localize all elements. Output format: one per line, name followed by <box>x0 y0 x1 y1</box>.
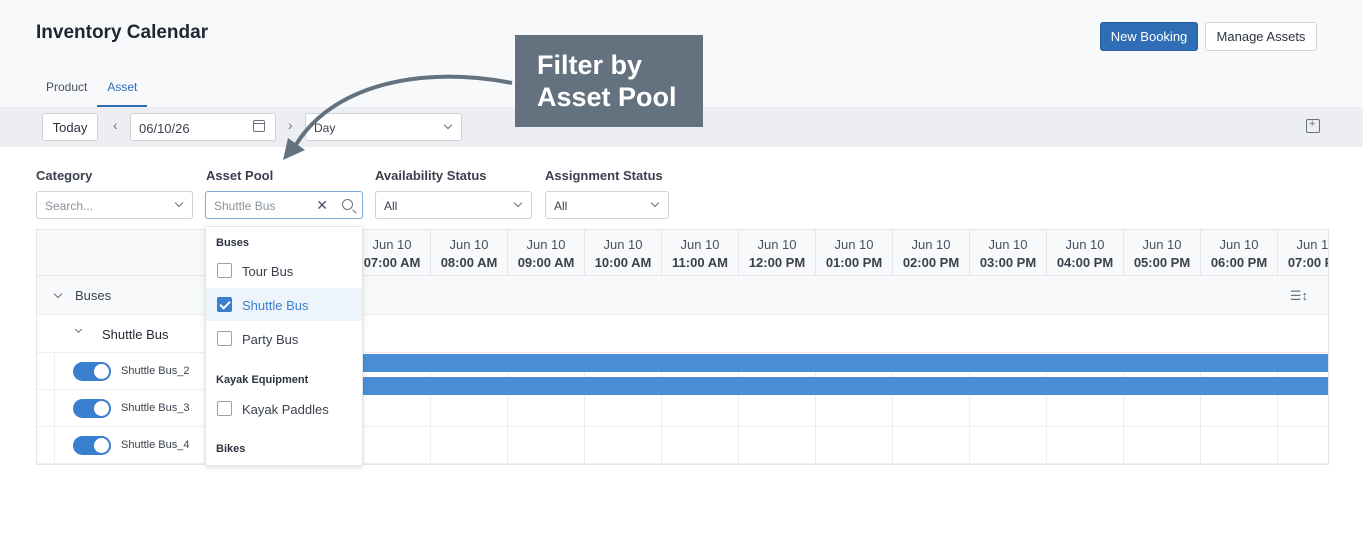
time-column: Jun 10 01:00 PM <box>815 230 892 276</box>
toggle-icon[interactable] <box>73 362 111 381</box>
tab-asset[interactable]: Asset <box>97 74 148 107</box>
chevron-down-icon <box>513 198 523 208</box>
date-input[interactable]: 06/10/26 <box>130 113 276 141</box>
add-calendar-icon[interactable] <box>1306 118 1320 133</box>
callout-line-1: Filter by <box>537 50 643 80</box>
callout-box: Filter by Asset Pool <box>515 35 703 127</box>
availability-value: All <box>384 199 398 213</box>
dropdown-section-heading: Bikes <box>216 443 246 455</box>
sort-icon[interactable]: ☰↕ <box>1290 288 1308 304</box>
tab-product[interactable]: Product <box>36 74 97 107</box>
time-column: Jun 10 12:00 PM <box>738 230 815 276</box>
booking-bar[interactable] <box>353 354 1328 372</box>
checkbox-icon[interactable] <box>217 263 232 278</box>
dropdown-section-heading: Buses <box>216 237 250 249</box>
time-column: Jun 10 02:00 PM <box>892 230 969 276</box>
search-icon <box>342 199 353 210</box>
view-tabs: Product Asset <box>36 74 148 107</box>
new-booking-button[interactable]: New Booking <box>1100 22 1198 51</box>
asset-label: Shuttle Bus_2 <box>121 365 190 377</box>
option-label: Shuttle Bus <box>242 298 309 313</box>
view-select[interactable]: Day <box>305 113 462 141</box>
dropdown-option-kayak-paddles[interactable]: Kayak Paddles <box>206 392 362 425</box>
asset-pool-dropdown: Buses Tour Bus Shuttle Bus Party Bus Kay… <box>205 226 363 466</box>
assignment-value: All <box>554 199 568 213</box>
dropdown-option-tour-bus[interactable]: Tour Bus <box>206 254 362 287</box>
manage-assets-button[interactable]: Manage Assets <box>1205 22 1317 51</box>
asset-pool-input[interactable]: Shuttle Bus ✕ <box>205 191 363 219</box>
callout-line-2: Asset Pool <box>537 82 677 112</box>
category-search-input[interactable]: Search... <box>36 191 193 219</box>
group-label: Buses <box>75 288 112 303</box>
option-label: Party Bus <box>242 332 299 347</box>
assignment-status-label: Assignment Status <box>545 168 663 183</box>
clear-icon[interactable]: ✕ <box>316 197 328 214</box>
time-column: Jun 10 10:00 AM <box>584 230 661 276</box>
chevron-down-icon <box>174 198 184 208</box>
chevron-right-icon[interactable]: › <box>288 117 293 133</box>
time-column: Jun 10 04:00 PM <box>1046 230 1123 276</box>
chevron-down-icon[interactable] <box>74 325 83 334</box>
page-title: Inventory Calendar <box>36 22 209 43</box>
toggle-icon[interactable] <box>73 436 111 455</box>
dropdown-section-heading: Kayak Equipment <box>216 374 309 386</box>
time-column: Jun 10 11:00 AM <box>661 230 738 276</box>
chevron-left-icon[interactable]: ‹ <box>113 117 118 133</box>
availability-status-select[interactable]: All <box>375 191 532 219</box>
category-placeholder: Search... <box>45 199 94 213</box>
time-column: Jun 10 07:00 AM <box>353 230 430 276</box>
asset-pool-value: Shuttle Bus <box>214 199 276 213</box>
view-value: Day <box>314 121 336 135</box>
time-column: Jun 10 08:00 AM <box>430 230 507 276</box>
toggle-icon[interactable] <box>73 399 111 418</box>
checkbox-icon[interactable] <box>217 331 232 346</box>
time-column: Jun 10 06:00 PM <box>1200 230 1277 276</box>
asset-label: Shuttle Bus_4 <box>121 439 190 451</box>
option-label: Tour Bus <box>242 264 294 279</box>
date-value: 06/10/26 <box>139 121 190 136</box>
asset-pool-label: Asset Pool <box>206 168 274 183</box>
time-column: Jun 10 05:00 PM <box>1123 230 1200 276</box>
asset-label: Shuttle Bus_3 <box>121 402 190 414</box>
time-column: Jun 10 09:00 AM <box>507 230 584 276</box>
subgroup-label: Shuttle Bus <box>102 327 169 342</box>
chevron-down-icon <box>650 198 660 208</box>
today-button[interactable]: Today <box>42 113 98 141</box>
assignment-status-select[interactable]: All <box>545 191 669 219</box>
time-column: Jun 10 03:00 PM <box>969 230 1046 276</box>
checkbox-icon[interactable] <box>217 401 232 416</box>
chevron-down-icon[interactable] <box>53 289 63 299</box>
availability-status-label: Availability Status <box>375 168 487 183</box>
checkbox-icon[interactable] <box>217 297 232 312</box>
booking-bar[interactable] <box>353 377 1328 395</box>
chevron-down-icon <box>443 120 453 130</box>
dropdown-option-party-bus[interactable]: Party Bus <box>206 322 362 355</box>
option-label: Kayak Paddles <box>242 402 329 417</box>
category-label: Category <box>36 168 93 183</box>
calendar-icon[interactable] <box>253 120 265 132</box>
dropdown-option-shuttle-bus[interactable]: Shuttle Bus <box>206 288 362 321</box>
time-column: Jun 1007:00 PM <box>1277 230 1328 276</box>
